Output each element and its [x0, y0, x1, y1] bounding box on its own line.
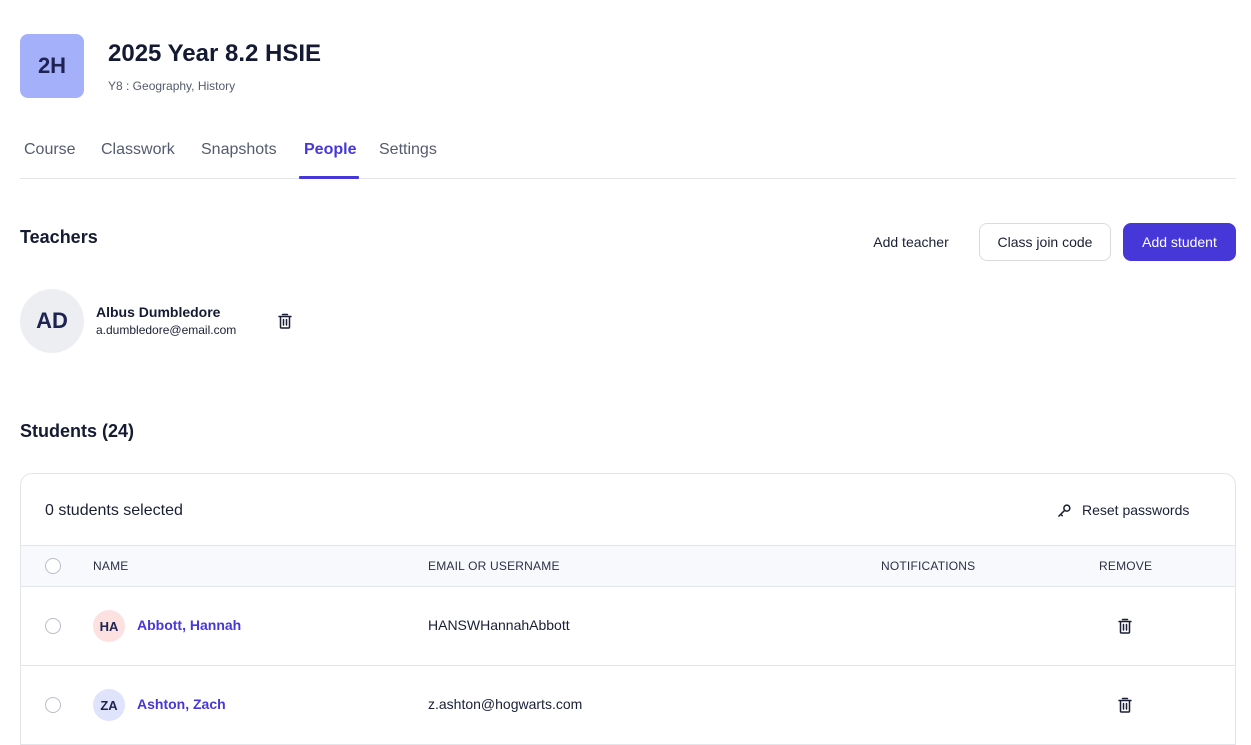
teacher-name: Albus Dumbledore	[96, 304, 221, 320]
select-all-checkbox[interactable]	[45, 558, 61, 574]
tab-classwork[interactable]: Classwork	[101, 141, 175, 159]
selected-count: 0 students selected	[45, 502, 183, 519]
row-checkbox[interactable]	[45, 618, 61, 634]
trash-icon[interactable]	[277, 313, 293, 329]
reset-passwords-button[interactable]: Reset passwords	[1057, 498, 1189, 522]
student-name-link[interactable]: Abbott, Hannah	[137, 617, 241, 633]
row-checkbox[interactable]	[45, 697, 61, 713]
student-email: z.ashton@hogwarts.com	[428, 696, 583, 712]
column-header-remove: REMOVE	[1099, 559, 1153, 573]
students-table-card: 0 students selected Reset passwords NAME…	[20, 473, 1236, 745]
students-heading: Students (24)	[20, 421, 135, 441]
student-email: HANSWHannahAbbott	[428, 617, 570, 633]
table-header: NAME EMAIL OR USERNAME NOTIFICATIONS REM…	[21, 545, 1235, 587]
reset-passwords-label: Reset passwords	[1082, 502, 1190, 518]
avatar: HA	[93, 610, 125, 642]
active-tab-indicator	[299, 176, 359, 179]
tab-settings[interactable]: Settings	[379, 141, 437, 159]
column-header-name[interactable]: NAME	[93, 559, 128, 573]
teacher-email: a.dumbledore@email.com	[96, 323, 237, 337]
key-icon	[1058, 503, 1071, 517]
trash-icon[interactable]	[1117, 697, 1133, 713]
tab-snapshots[interactable]: Snapshots	[201, 141, 277, 159]
column-header-email[interactable]: EMAIL OR USERNAME	[428, 559, 560, 573]
add-teacher-button[interactable]: Add teacher	[858, 223, 964, 261]
tab-course[interactable]: Course	[24, 141, 76, 159]
avatar: ZA	[93, 689, 125, 721]
tab-bar: Course Classwork Snapshots People Settin…	[20, 128, 1236, 179]
trash-icon[interactable]	[1117, 618, 1133, 634]
course-badge: 2H	[20, 34, 84, 98]
tab-people[interactable]: People	[304, 141, 356, 159]
table-row: ZA Ashton, Zach z.ashton@hogwarts.com	[21, 666, 1235, 745]
column-header-notifications: NOTIFICATIONS	[881, 559, 976, 573]
student-name-link[interactable]: Ashton, Zach	[137, 696, 226, 712]
avatar: AD	[20, 289, 84, 353]
course-subtitle: Y8 : Geography, History	[108, 79, 236, 93]
add-student-button[interactable]: Add student	[1123, 223, 1236, 261]
class-join-code-button[interactable]: Class join code	[979, 223, 1111, 261]
table-row: HA Abbott, Hannah HANSWHannahAbbott	[21, 587, 1235, 666]
page-title: 2025 Year 8.2 HSIE	[108, 40, 322, 67]
teachers-heading: Teachers	[20, 227, 98, 247]
